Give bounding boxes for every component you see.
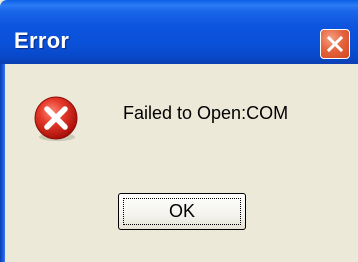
ok-button-label: OK — [168, 201, 195, 221]
title-bar[interactable]: Error — [0, 0, 358, 64]
close-button[interactable] — [320, 29, 350, 59]
error-dialog: Error Failed to Open:COM OK — [0, 0, 358, 262]
dialog-title: Error — [14, 28, 70, 53]
ok-button[interactable]: OK — [118, 193, 246, 230]
close-icon — [326, 35, 344, 53]
error-icon — [34, 96, 78, 141]
error-message: Failed to Open:COM — [123, 103, 289, 123]
window-border — [0, 64, 5, 262]
